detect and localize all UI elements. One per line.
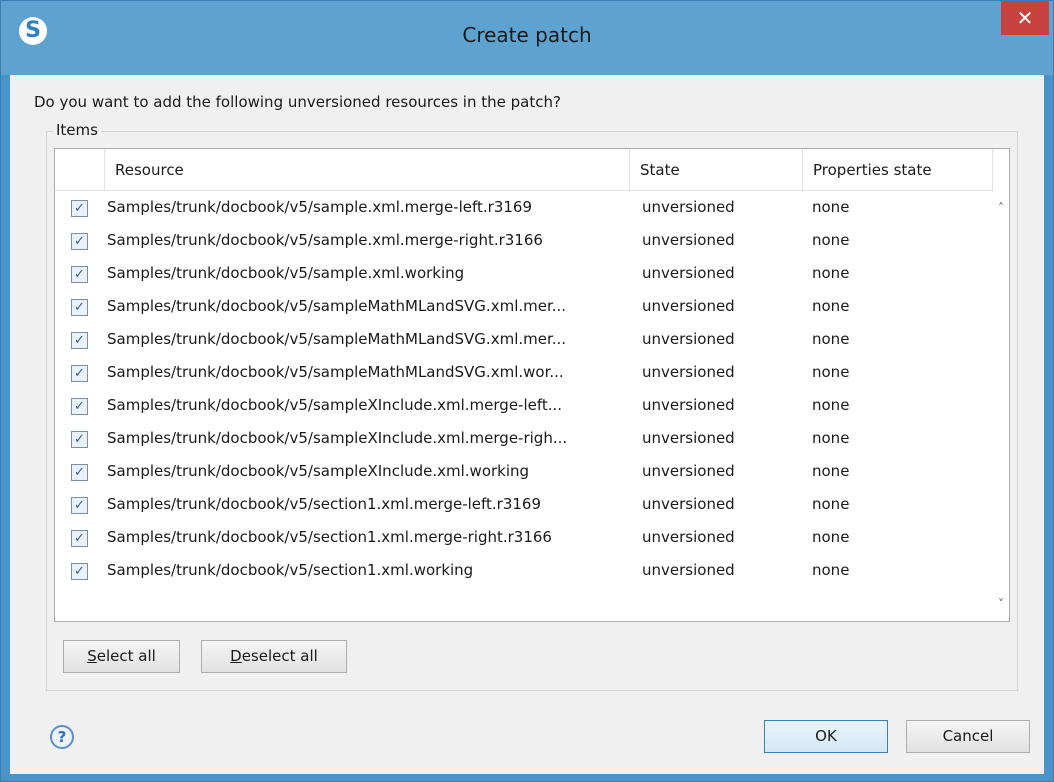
checkbox-checked-icon[interactable]: ✓ [71,464,88,481]
checkbox-checked-icon[interactable]: ✓ [71,431,88,448]
table-row[interactable]: ✓ Samples/trunk/docbook/v5/sampleXInclude… [55,455,995,488]
state-cell: unversioned [642,462,735,480]
state-cell: unversioned [642,297,735,315]
select-all-label: elect all [96,647,156,665]
properties-state-cell: none [812,297,850,315]
resource-cell: Samples/trunk/docbook/v5/sample.xml.work… [107,264,465,282]
state-cell: unversioned [642,363,735,381]
checkbox-checked-icon[interactable]: ✓ [71,233,88,250]
select-all-mnemonic: S [87,647,97,665]
table-row[interactable]: ✓ Samples/trunk/docbook/v5/sample.xml.wor… [55,257,995,290]
resource-cell: Samples/trunk/docbook/v5/sample.xml.merg… [107,231,543,249]
close-button[interactable]: ✕ [1001,1,1049,35]
properties-state-cell: none [812,264,850,282]
window-title: Create patch [462,23,592,47]
properties-state-cell: none [812,495,850,513]
table-row[interactable]: ✓ Samples/trunk/docbook/v5/sampleMathMLan… [55,323,995,356]
properties-state-cell: none [812,561,850,579]
properties-state-cell: none [812,231,850,249]
properties-state-cell: none [812,462,850,480]
select-all-button[interactable]: Select all [63,640,180,673]
checkbox-checked-icon[interactable]: ✓ [71,398,88,415]
checkbox-checked-icon[interactable]: ✓ [71,266,88,283]
title-bar: S Create patch ✕ [1,1,1053,75]
resource-cell: Samples/trunk/docbook/v5/section1.xml.me… [107,495,542,513]
checkbox-checked-icon[interactable]: ✓ [71,563,88,580]
table-row[interactable]: ✓ Samples/trunk/docbook/v5/sampleMathMLan… [55,290,995,323]
resource-cell: Samples/trunk/docbook/v5/sampleXInclude.… [107,429,568,447]
properties-state-cell: none [812,330,850,348]
properties-state-cell: none [812,198,850,216]
items-group-title: Items [53,121,101,139]
checkbox-checked-icon[interactable]: ✓ [71,200,88,217]
items-group: Items Resource State Properties state ✓ S… [46,121,1018,691]
table-row[interactable]: ✓ Samples/trunk/docbook/v5/section1.xml.m… [55,488,995,521]
state-cell: unversioned [642,198,735,216]
column-header-resource[interactable]: Resource [105,149,630,191]
table-header: Resource State Properties state [55,149,995,191]
resource-cell: Samples/trunk/docbook/v5/section1.xml.me… [107,528,552,546]
table-row[interactable]: ✓ Samples/trunk/docbook/v5/section1.xml.m… [55,521,995,554]
chevron-down-icon[interactable]: ˅ [993,597,1009,617]
column-header-checkbox[interactable] [55,149,105,191]
resource-cell: Samples/trunk/docbook/v5/section1.xml.wo… [107,561,474,579]
chevron-up-icon[interactable]: ˄ [993,201,1009,221]
state-cell: unversioned [642,330,735,348]
properties-state-cell: none [812,396,850,414]
resource-cell: Samples/trunk/docbook/v5/sample.xml.merg… [107,198,532,216]
state-cell: unversioned [642,396,735,414]
resource-cell: Samples/trunk/docbook/v5/sampleXInclude.… [107,462,530,480]
state-cell: unversioned [642,495,735,513]
checkbox-checked-icon[interactable]: ✓ [71,299,88,316]
table-row[interactable]: ✓ Samples/trunk/docbook/v5/sample.xml.mer… [55,191,995,224]
state-cell: unversioned [642,528,735,546]
table-row[interactable]: ✓ Samples/trunk/docbook/v5/section1.xml.w… [55,554,995,587]
resources-table: Resource State Properties state ✓ Samples… [54,148,1010,622]
checkbox-checked-icon[interactable]: ✓ [71,530,88,547]
checkbox-checked-icon[interactable]: ✓ [71,365,88,382]
checkbox-checked-icon[interactable]: ✓ [71,332,88,349]
state-cell: unversioned [642,429,735,447]
help-icon[interactable]: ? [50,725,74,749]
resource-cell: Samples/trunk/docbook/v5/sampleMathMLand… [107,297,567,315]
deselect-all-mnemonic: D [230,647,242,665]
state-cell: unversioned [642,561,735,579]
create-patch-window: S Create patch ✕ Do you want to add the … [0,0,1054,782]
deselect-all-label: eselect all [241,647,318,665]
properties-state-cell: none [812,429,850,447]
column-header-properties-state[interactable]: Properties state [803,149,993,191]
state-cell: unversioned [642,231,735,249]
ok-button[interactable]: OK [764,720,888,753]
table-row[interactable]: ✓ Samples/trunk/docbook/v5/sampleMathMLan… [55,356,995,389]
resource-cell: Samples/trunk/docbook/v5/sampleXInclude.… [107,396,563,414]
properties-state-cell: none [812,363,850,381]
state-cell: unversioned [642,264,735,282]
deselect-all-button[interactable]: Deselect all [201,640,347,673]
dialog-prompt: Do you want to add the following unversi… [34,93,561,111]
table-row[interactable]: ✓ Samples/trunk/docbook/v5/sample.xml.mer… [55,224,995,257]
cancel-button[interactable]: Cancel [906,720,1030,753]
close-icon: ✕ [1016,6,1034,30]
table-row[interactable]: ✓ Samples/trunk/docbook/v5/sampleXInclude… [55,389,995,422]
checkbox-checked-icon[interactable]: ✓ [71,497,88,514]
properties-state-cell: none [812,528,850,546]
table-row[interactable]: ✓ Samples/trunk/docbook/v5/sampleXInclude… [55,422,995,455]
resource-cell: Samples/trunk/docbook/v5/sampleMathMLand… [107,330,567,348]
resource-cell: Samples/trunk/docbook/v5/sampleMathMLand… [107,363,564,381]
dialog-body: Do you want to add the following unversi… [10,75,1044,774]
vertical-scrollbar[interactable]: ˄ ˅ [993,149,1009,621]
column-header-state[interactable]: State [630,149,803,191]
